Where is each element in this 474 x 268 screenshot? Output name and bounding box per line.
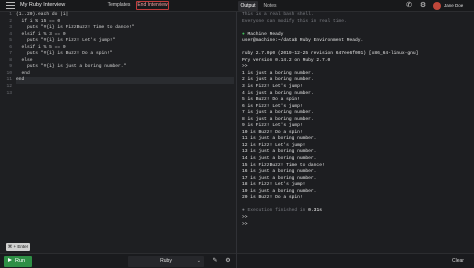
execution-finished-text: Execution finished in [244, 208, 309, 214]
machine-ready-text: Machine Ready [244, 31, 284, 37]
language-select[interactable]: Ruby ⌄ [128, 256, 204, 267]
line-number: 13 [6, 90, 12, 96]
end-interview-button[interactable]: End Interview [136, 1, 169, 10]
code-area[interactable]: (1..20).each do |i| if i % 15 == 0 puts … [16, 12, 234, 97]
chevron-down-icon: ⌄ [196, 258, 201, 264]
gear-icon[interactable]: ⚙ [418, 1, 428, 11]
phone-icon[interactable]: ✆ [404, 1, 414, 11]
menu-icon[interactable] [6, 2, 15, 10]
run-label: Run [15, 258, 26, 264]
avatar[interactable] [433, 2, 441, 10]
output-toolbar: Clear [237, 253, 474, 268]
language-value: Ruby [160, 258, 172, 264]
execution-time: 0.31s [308, 208, 322, 214]
console-prompt[interactable]: >> [242, 222, 470, 229]
output-console[interactable]: This is a real bash shell. Everyone can m… [237, 12, 474, 253]
user-name[interactable]: Jane Doe [444, 3, 463, 8]
play-icon [8, 257, 12, 262]
page-title: My Ruby Interview [20, 2, 66, 8]
run-shortcut-hint: ⌘ + Enter [6, 243, 30, 251]
clear-button[interactable]: Clear [448, 256, 468, 267]
run-button[interactable]: Run [4, 256, 32, 267]
editor-gear-icon[interactable]: ⚙ [223, 256, 233, 267]
line-number-gutter: 1 2 3 4 5 6 7 8 9 10 11 12 13 [0, 12, 14, 253]
code-editor[interactable]: 1 2 3 4 5 6 7 8 9 10 11 12 13 (1..20).each do |i| if… [0, 12, 236, 253]
code-line[interactable] [16, 91, 234, 98]
editor-toolbar: Run Ruby ⌄ ✎ ⚙ [0, 253, 236, 268]
pencil-icon[interactable]: ✎ [210, 256, 220, 267]
tab-notes[interactable]: Notes [260, 1, 280, 11]
top-bar: My Ruby Interview Templates End Intervie… [0, 0, 474, 12]
templates-button[interactable]: Templates [107, 1, 131, 10]
tab-output[interactable]: Output [238, 1, 258, 11]
